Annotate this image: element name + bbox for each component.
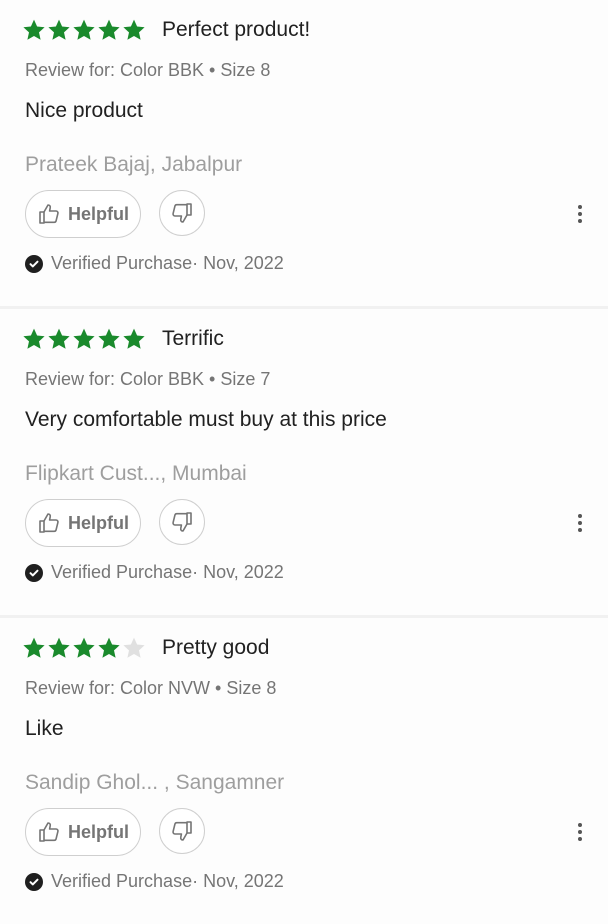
- verified-purchase-text: Verified Purchase· Nov, 2022: [51, 871, 284, 891]
- star-filled-icon: [97, 327, 121, 351]
- verified-purchase: Verified Purchase· Nov, 2022: [25, 253, 284, 274]
- star-filled-icon: [47, 636, 71, 660]
- review-header: Terrific: [22, 326, 224, 352]
- verified-check-icon: [25, 872, 43, 891]
- helpful-button[interactable]: Helpful: [25, 190, 141, 238]
- thumbs-down-icon: [170, 819, 194, 843]
- star-filled-icon: [47, 18, 71, 42]
- review-card: Perfect product! Review for: Color BBK •…: [0, 0, 608, 306]
- helpful-label: Helpful: [68, 512, 129, 533]
- thumbs-up-icon: [37, 820, 61, 844]
- not-helpful-button[interactable]: [159, 499, 205, 545]
- not-helpful-button[interactable]: [159, 190, 205, 236]
- helpful-label: Helpful: [68, 203, 129, 224]
- star-filled-icon: [97, 18, 121, 42]
- more-options-icon[interactable]: [570, 200, 590, 228]
- star-filled-icon: [72, 18, 96, 42]
- star-filled-icon: [122, 18, 146, 42]
- review-title: Terrific: [162, 327, 224, 350]
- review-card: Pretty good Review for: Color NVW • Size…: [0, 618, 608, 924]
- star-empty-icon: [122, 636, 146, 660]
- review-body: Nice product: [25, 99, 143, 122]
- more-options-icon[interactable]: [570, 509, 590, 537]
- star-filled-icon: [72, 636, 96, 660]
- verified-purchase-text: Verified Purchase· Nov, 2022: [51, 562, 284, 582]
- helpful-button[interactable]: Helpful: [25, 499, 141, 547]
- review-author: Flipkart Cust..., Mumbai: [25, 462, 247, 485]
- star-rating: [22, 327, 146, 351]
- review-author: Sandip Ghol... , Sangamner: [25, 771, 285, 794]
- review-variant: Review for: Color BBK • Size 7: [25, 369, 271, 389]
- star-filled-icon: [122, 327, 146, 351]
- review-body: Very comfortable must buy at this price: [25, 408, 387, 431]
- verified-check-icon: [25, 254, 43, 273]
- star-filled-icon: [72, 327, 96, 351]
- verified-check-icon: [25, 563, 43, 582]
- review-title: Pretty good: [162, 636, 270, 659]
- not-helpful-button[interactable]: [159, 808, 205, 854]
- star-filled-icon: [22, 636, 46, 660]
- star-filled-icon: [22, 327, 46, 351]
- thumbs-up-icon: [37, 202, 61, 226]
- review-card: Terrific Review for: Color BBK • Size 7 …: [0, 309, 608, 615]
- thumbs-up-icon: [37, 511, 61, 535]
- star-filled-icon: [97, 636, 121, 660]
- thumbs-down-icon: [170, 201, 194, 225]
- verified-purchase: Verified Purchase· Nov, 2022: [25, 562, 284, 583]
- star-rating: [22, 18, 146, 42]
- star-filled-icon: [47, 327, 71, 351]
- review-variant: Review for: Color BBK • Size 8: [25, 60, 271, 80]
- thumbs-down-icon: [170, 510, 194, 534]
- review-author: Prateek Bajaj, Jabalpur: [25, 153, 243, 176]
- star-rating: [22, 636, 146, 660]
- review-body: Like: [25, 717, 64, 740]
- helpful-button[interactable]: Helpful: [25, 808, 141, 856]
- verified-purchase: Verified Purchase· Nov, 2022: [25, 871, 284, 892]
- more-options-icon[interactable]: [570, 818, 590, 846]
- review-variant: Review for: Color NVW • Size 8: [25, 678, 277, 698]
- review-header: Perfect product!: [22, 17, 310, 43]
- reviews-list: Perfect product! Review for: Color BBK •…: [0, 0, 608, 924]
- review-header: Pretty good: [22, 635, 269, 661]
- helpful-label: Helpful: [68, 821, 129, 842]
- review-title: Perfect product!: [162, 18, 311, 41]
- verified-purchase-text: Verified Purchase· Nov, 2022: [51, 253, 284, 273]
- star-filled-icon: [22, 18, 46, 42]
